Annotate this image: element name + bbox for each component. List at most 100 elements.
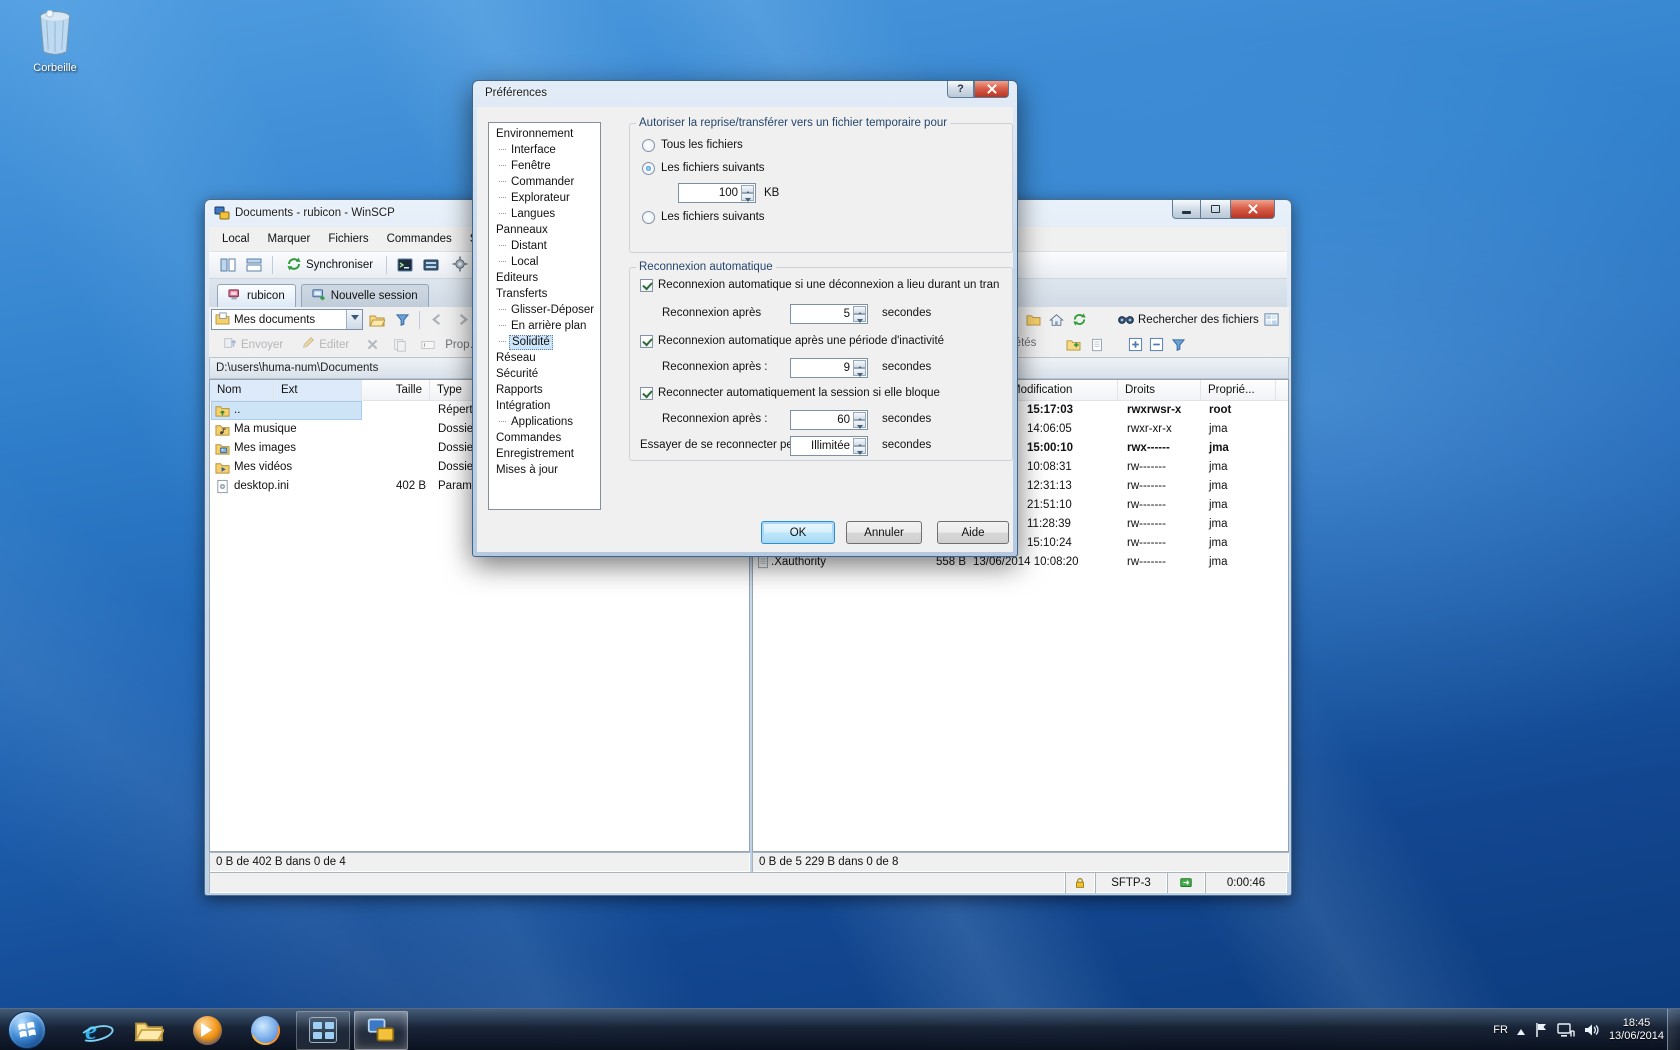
duplicate-icon[interactable] — [389, 334, 411, 356]
spin-up-icon[interactable] — [741, 185, 754, 193]
radio-files-above[interactable] — [642, 162, 655, 175]
spin-up-icon[interactable] — [853, 412, 866, 420]
back-icon[interactable] — [426, 309, 448, 331]
show-desktop-button[interactable] — [1667, 1009, 1680, 1050]
column-header-ext[interactable]: Ext — [274, 380, 362, 400]
help-button[interactable]: ? — [947, 81, 974, 98]
new-folder-icon[interactable] — [1062, 334, 1084, 356]
checkbox-reconnect-stalled-label[interactable]: Reconnecter automatiquement la session s… — [658, 387, 940, 399]
menu-local[interactable]: Local — [213, 230, 259, 248]
after1-input[interactable]: 5 — [790, 304, 868, 324]
filter-icon[interactable] — [1167, 334, 1189, 356]
after1-spinner[interactable] — [853, 306, 866, 322]
spin-up-icon[interactable] — [853, 306, 866, 314]
tree-item-environnement[interactable]: Environnement — [489, 126, 600, 142]
tree-item-fenetre[interactable]: Fenêtre — [489, 158, 600, 174]
ok-button[interactable]: OK — [761, 521, 835, 544]
menu-commandes[interactable]: Commandes — [378, 230, 461, 248]
new-file-icon[interactable] — [1086, 334, 1108, 356]
show-hidden-icons-button[interactable] — [1517, 1025, 1525, 1035]
taskbar-app[interactable] — [296, 1011, 350, 1050]
statusbar-activity[interactable] — [1167, 872, 1205, 893]
maximize-button[interactable] — [1201, 200, 1230, 219]
checkbox-reconnect-lost[interactable] — [640, 279, 653, 292]
taskbar-ie[interactable]: e — [64, 1011, 118, 1050]
tree-item-solidite[interactable]: Solidité — [489, 334, 600, 350]
radio-all-files[interactable] — [642, 139, 655, 152]
network-icon[interactable] — [1557, 1023, 1575, 1038]
taskbar-explorer[interactable] — [122, 1011, 176, 1050]
menu-fichiers[interactable]: Fichiers — [319, 230, 377, 248]
tree-item-glisser-deposer[interactable]: Glisser-Déposer — [489, 302, 600, 318]
panel-options-icon[interactable] — [1260, 309, 1282, 331]
console-icon[interactable] — [394, 254, 416, 276]
refresh-icon[interactable] — [1068, 309, 1090, 331]
column-header-rights[interactable]: Droits — [1118, 380, 1201, 400]
cancel-button[interactable]: Annuler — [846, 521, 922, 544]
directory-icon[interactable] — [1022, 309, 1044, 331]
column-header-owner[interactable]: Proprié... — [1201, 380, 1276, 400]
upload-button[interactable]: Envoyer — [217, 334, 289, 355]
delete-icon[interactable] — [361, 334, 383, 356]
spin-down-icon[interactable] — [853, 420, 866, 428]
tree-item-commander[interactable]: Commander — [489, 174, 600, 190]
retry-spinner[interactable] — [853, 438, 866, 454]
radio-disable-label[interactable]: Les fichiers suivants — [661, 211, 765, 223]
statusbar-lock[interactable] — [1065, 872, 1095, 893]
tree-item-mises-a-jour[interactable]: Mises à jour — [489, 462, 600, 478]
tree-item-interface[interactable]: Interface — [489, 142, 600, 158]
after2-spinner[interactable] — [853, 360, 866, 376]
start-button[interactable] — [8, 1011, 46, 1049]
filter-icon[interactable] — [391, 309, 413, 331]
volume-icon[interactable] — [1584, 1023, 1600, 1037]
expand-button[interactable] — [1124, 334, 1146, 356]
drive-dropdown-button[interactable] — [346, 310, 362, 329]
radio-all-files-label[interactable]: Tous les fichiers — [661, 139, 743, 151]
after2-input[interactable]: 9 — [790, 358, 868, 378]
panel-layout-icon[interactable] — [217, 254, 239, 276]
language-indicator[interactable]: FR — [1493, 1024, 1508, 1036]
spin-down-icon[interactable] — [853, 368, 866, 376]
tree-item-local[interactable]: Local — [489, 254, 600, 270]
retry-input[interactable]: Illimitée — [790, 436, 868, 456]
tree-item-integration[interactable]: Intégration — [489, 398, 600, 414]
checkbox-reconnect-stalled[interactable] — [640, 387, 653, 400]
spin-down-icon[interactable] — [853, 446, 866, 454]
checkbox-reconnect-idle[interactable] — [640, 335, 653, 348]
close-button[interactable] — [1230, 200, 1275, 219]
column-header-size[interactable]: Taille — [362, 380, 430, 400]
panel-layout2-icon[interactable] — [243, 254, 265, 276]
tree-item-editeurs[interactable]: Editeurs — [489, 270, 600, 286]
forward-icon[interactable] — [451, 309, 473, 331]
radio-files-above-label[interactable]: Les fichiers suivants — [661, 162, 765, 174]
local-drive-selector[interactable]: Mes documents — [211, 309, 363, 330]
tree-item-arriere-plan[interactable]: En arrière plan — [489, 318, 600, 334]
tree-item-distant[interactable]: Distant — [489, 238, 600, 254]
taskbar-media-player[interactable] — [180, 1011, 234, 1050]
tab-rubicon[interactable]: rubicon — [217, 284, 296, 307]
action-center-icon[interactable] — [1534, 1022, 1548, 1038]
find-files-button[interactable]: Rechercher des fichiers — [1112, 310, 1265, 330]
checkbox-reconnect-idle-label[interactable]: Reconnexion automatique après une périod… — [658, 335, 944, 347]
help-button[interactable]: Aide — [937, 521, 1009, 544]
column-header-name[interactable]: Nom — [210, 380, 274, 400]
spin-up-icon[interactable] — [853, 360, 866, 368]
close-button[interactable] — [974, 81, 1009, 98]
tree-item-explorateur[interactable]: Explorateur — [489, 190, 600, 206]
tree-item-commandes[interactable]: Commandes — [489, 430, 600, 446]
taskbar-winscp[interactable] — [354, 1011, 408, 1050]
menu-marquer[interactable]: Marquer — [259, 230, 320, 248]
tree-item-langues[interactable]: Langues — [489, 206, 600, 222]
checkbox-reconnect-lost-label[interactable]: Reconnexion automatique si une déconnexi… — [658, 279, 999, 291]
collapse-button[interactable] — [1145, 334, 1167, 356]
threshold-input[interactable]: 100 — [678, 183, 756, 203]
rename-icon[interactable] — [417, 334, 439, 356]
after3-spinner[interactable] — [853, 412, 866, 428]
tray-clock[interactable]: 18:45 13/06/2014 — [1609, 1017, 1664, 1043]
home-icon[interactable] — [1045, 309, 1067, 331]
tree-item-applications[interactable]: Applications — [489, 414, 600, 430]
tree-item-panneaux[interactable]: Panneaux — [489, 222, 600, 238]
edit-button[interactable]: Editer — [295, 334, 355, 355]
tree-item-reseau[interactable]: Réseau — [489, 350, 600, 366]
recycle-bin[interactable]: Corbeille — [16, 8, 94, 74]
